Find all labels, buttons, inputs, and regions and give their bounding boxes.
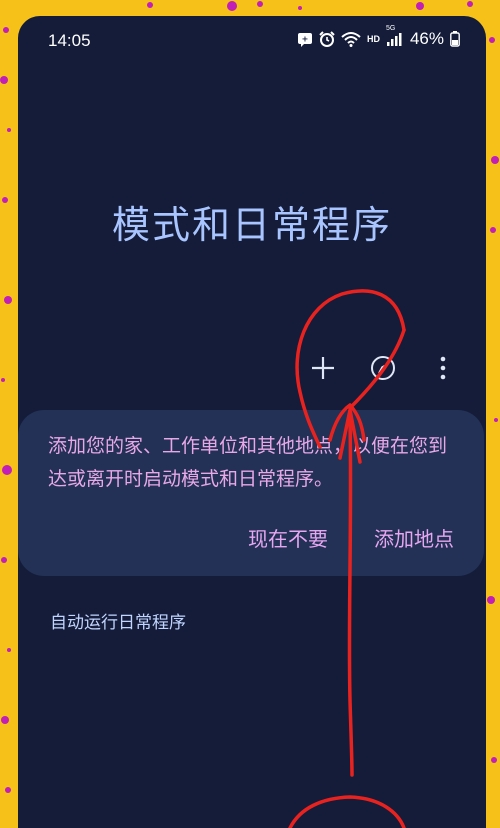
card-actions: 现在不要 添加地点 bbox=[248, 523, 454, 552]
signal-icon: 5G bbox=[386, 25, 402, 47]
add-location-card: 添加您的家、工作单位和其他地点，以便在您到达或离开时启动模式和日常程序。 现在不… bbox=[18, 410, 484, 576]
routines-section-label: 自动运行日常程序 bbox=[50, 613, 186, 633]
network-type-label: HD bbox=[366, 34, 380, 44]
more-options-button[interactable] bbox=[428, 349, 458, 387]
add-icon bbox=[312, 357, 334, 379]
toolbar bbox=[308, 349, 458, 387]
status-bar: 14:05 + HD 5G 46% bbox=[18, 16, 486, 66]
notification-icon: + bbox=[297, 31, 313, 47]
discover-button[interactable] bbox=[368, 349, 398, 387]
add-location-button[interactable]: 添加地点 bbox=[374, 523, 454, 552]
compass-icon bbox=[371, 356, 395, 380]
wifi-icon bbox=[341, 31, 361, 47]
not-now-button[interactable]: 现在不要 bbox=[248, 523, 328, 552]
add-button[interactable] bbox=[308, 349, 338, 387]
svg-text:+: + bbox=[302, 35, 309, 44]
page-title: 模式和日常程序 bbox=[111, 203, 392, 247]
network-gen-label: 5G bbox=[385, 25, 396, 32]
battery-icon bbox=[450, 31, 460, 47]
status-icons: + HD 5G 46% bbox=[297, 25, 460, 49]
more-vert-icon bbox=[440, 356, 446, 380]
phone-screen: 14:05 + HD 5G 46% 模式和日常程序 添加您的家、工作单位和其他地… bbox=[18, 16, 486, 828]
status-time: 14:05 bbox=[48, 31, 91, 50]
card-message: 添加您的家、工作单位和其他地点，以便在您到达或离开时启动模式和日常程序。 bbox=[48, 435, 448, 490]
battery-percent: 46% bbox=[409, 29, 444, 48]
alarm-icon bbox=[319, 31, 335, 47]
